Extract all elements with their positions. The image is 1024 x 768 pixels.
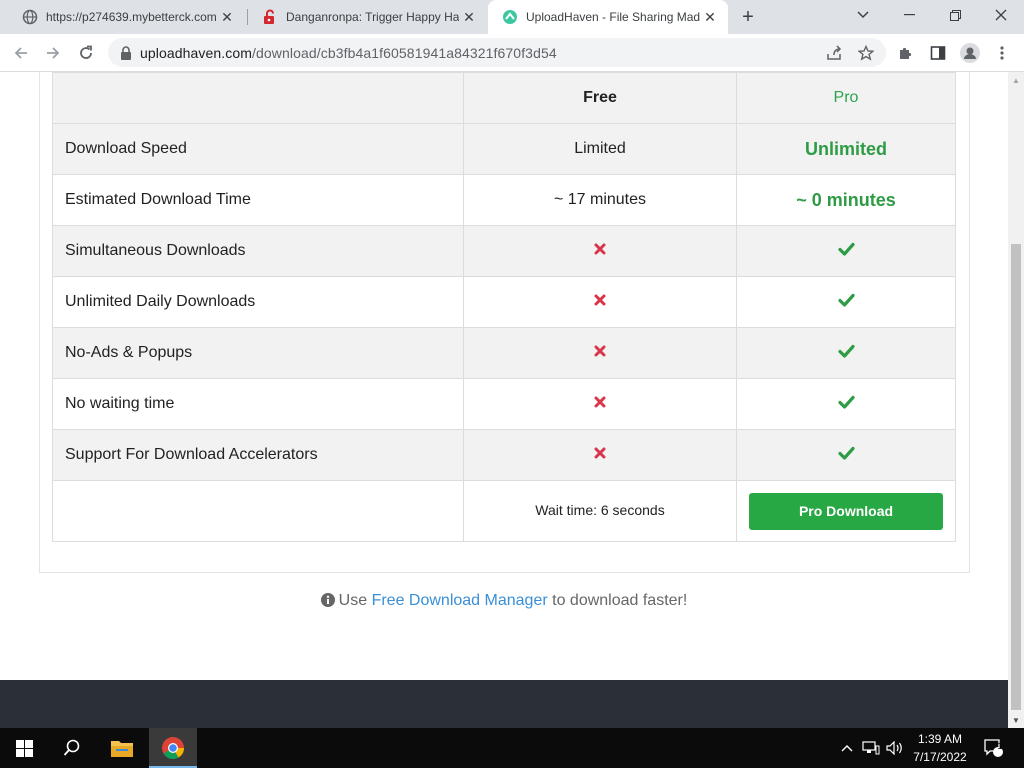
profile-avatar-icon[interactable] xyxy=(958,38,982,67)
search-icon[interactable] xyxy=(48,728,96,768)
tab-1-title: https://p274639.mybetterck.com xyxy=(46,10,217,24)
tab-2[interactable]: Danganronpa: Trigger Happy Ha ✕ xyxy=(248,0,487,34)
volume-icon[interactable] xyxy=(884,728,906,768)
feature-label: Estimated Download Time xyxy=(52,174,464,226)
check-icon xyxy=(837,446,855,465)
feature-label: Simultaneous Downloads xyxy=(52,225,464,277)
check-icon xyxy=(837,242,855,261)
page-scrollbar[interactable]: ▲ ▼ xyxy=(1008,72,1024,728)
system-clock[interactable]: 1:39 AM 7/17/2022 xyxy=(905,730,975,766)
notification-count-badge: 1 xyxy=(997,741,1003,751)
show-hidden-icons-chevron-icon[interactable] xyxy=(838,728,856,768)
cross-icon xyxy=(594,242,606,260)
tab-2-title: Danganronpa: Trigger Happy Ha xyxy=(286,10,459,24)
bookmark-star-icon[interactable] xyxy=(854,38,878,67)
pro-value: ~ 0 minutes xyxy=(796,189,896,210)
feature-label: No-Ads & Popups xyxy=(52,327,464,379)
feature-label: No waiting time xyxy=(52,378,464,430)
close-window-icon[interactable] xyxy=(978,0,1024,30)
feature-header-cell xyxy=(52,72,464,124)
cross-icon xyxy=(594,446,606,464)
url-text: uploadhaven.com/download/cb3fb4a1f605819… xyxy=(140,45,557,61)
side-panel-icon[interactable] xyxy=(926,38,950,67)
cross-icon xyxy=(594,344,606,362)
scroll-up-arrow-icon[interactable]: ▲ xyxy=(1008,72,1024,88)
tab-strip: https://p274639.mybetterck.com ✕ Danganr… xyxy=(0,0,1024,34)
address-bar[interactable]: uploadhaven.com/download/cb3fb4a1f605819… xyxy=(108,38,886,67)
red-lock-icon xyxy=(262,9,278,25)
new-tab-plus-icon[interactable]: + xyxy=(736,5,760,29)
scrollbar-thumb[interactable] xyxy=(1011,244,1021,710)
plan-comparison-table: Free Pro Download Speed Limited Unlimite… xyxy=(52,72,956,542)
clock-date: 7/17/2022 xyxy=(913,750,967,764)
url-path: /download/cb3fb4a1f60581941a84321f670f3d… xyxy=(252,44,557,61)
fdm-notice: Use Free Download Manager to download fa… xyxy=(0,592,1008,612)
tab-3-active[interactable]: UploadHaven - File Sharing Mad ✕ xyxy=(488,0,728,34)
tab-search-chevron-icon[interactable] xyxy=(840,0,886,30)
minimize-icon[interactable] xyxy=(886,0,932,30)
site-footer xyxy=(0,680,1008,728)
notification-center-icon[interactable]: 1 xyxy=(980,728,1008,768)
pro-plan-header: Pro xyxy=(736,72,956,124)
feature-label: Unlimited Daily Downloads xyxy=(52,276,464,328)
info-circle-icon xyxy=(320,593,335,612)
page-content: Free Pro Download Speed Limited Unlimite… xyxy=(0,72,1008,680)
table-row: Estimated Download Time ~ 17 minutes ~ 0… xyxy=(52,174,956,226)
cross-icon xyxy=(594,293,606,311)
fdm-prefix: Use xyxy=(338,592,368,609)
pro-download-button[interactable]: Pro Download xyxy=(749,492,943,530)
free-plan-header: Free xyxy=(463,72,737,124)
check-icon xyxy=(837,395,855,414)
close-tab-icon[interactable]: ✕ xyxy=(459,7,479,27)
url-host: uploadhaven.com xyxy=(140,44,253,61)
empty-cell xyxy=(52,480,464,542)
network-icon[interactable] xyxy=(860,728,882,768)
windows-start-icon[interactable] xyxy=(0,728,48,768)
scroll-down-arrow-icon[interactable]: ▼ xyxy=(1008,712,1024,728)
download-actions-row: Wait time: 6 seconds Pro Download xyxy=(52,480,956,542)
free-download-manager-link[interactable]: Free Download Manager xyxy=(372,592,548,609)
table-row: Simultaneous Downloads xyxy=(52,225,956,277)
menu-kebab-icon[interactable] xyxy=(990,38,1014,67)
extensions-puzzle-icon[interactable] xyxy=(894,38,918,67)
forward-arrow-icon[interactable] xyxy=(40,40,66,66)
fdm-suffix: to download faster! xyxy=(552,592,688,609)
chrome-taskbar-icon[interactable] xyxy=(149,728,197,768)
uploadhaven-icon xyxy=(502,9,518,25)
pro-value: Unlimited xyxy=(804,138,887,159)
windows-taskbar: 1:39 AM 7/17/2022 1 xyxy=(0,728,1024,768)
free-value: Limited xyxy=(463,123,737,175)
restore-icon[interactable] xyxy=(932,0,978,30)
table-row: No waiting time xyxy=(52,378,956,430)
share-icon[interactable] xyxy=(822,38,846,67)
table-row: Support For Download Accelerators xyxy=(52,429,956,481)
table-header-row: Free Pro xyxy=(52,72,956,124)
close-tab-icon[interactable]: ✕ xyxy=(700,7,720,27)
wait-time-text: Wait time: 6 seconds xyxy=(535,502,665,518)
feature-label: Download Speed xyxy=(52,123,464,175)
feature-label: Support For Download Accelerators xyxy=(52,429,464,481)
file-explorer-icon[interactable] xyxy=(98,728,146,768)
clock-time: 1:39 AM xyxy=(917,732,963,746)
table-row: No-Ads & Popups xyxy=(52,327,956,379)
globe-icon xyxy=(22,9,38,25)
cross-icon xyxy=(594,395,606,413)
table-row: Download Speed Limited Unlimited xyxy=(52,123,956,175)
close-tab-icon[interactable]: ✕ xyxy=(217,7,237,27)
check-icon xyxy=(837,293,855,312)
check-icon xyxy=(837,344,855,363)
tab-1[interactable]: https://p274639.mybetterck.com ✕ xyxy=(8,0,245,34)
free-value: ~ 17 minutes xyxy=(463,174,737,226)
lock-icon[interactable] xyxy=(120,45,132,60)
table-row: Unlimited Daily Downloads xyxy=(52,276,956,328)
tab-3-title: UploadHaven - File Sharing Mad xyxy=(526,10,700,24)
reload-icon[interactable] xyxy=(73,40,99,66)
back-arrow-icon[interactable] xyxy=(8,40,34,66)
browser-toolbar: uploadhaven.com/download/cb3fb4a1f605819… xyxy=(0,34,1024,72)
